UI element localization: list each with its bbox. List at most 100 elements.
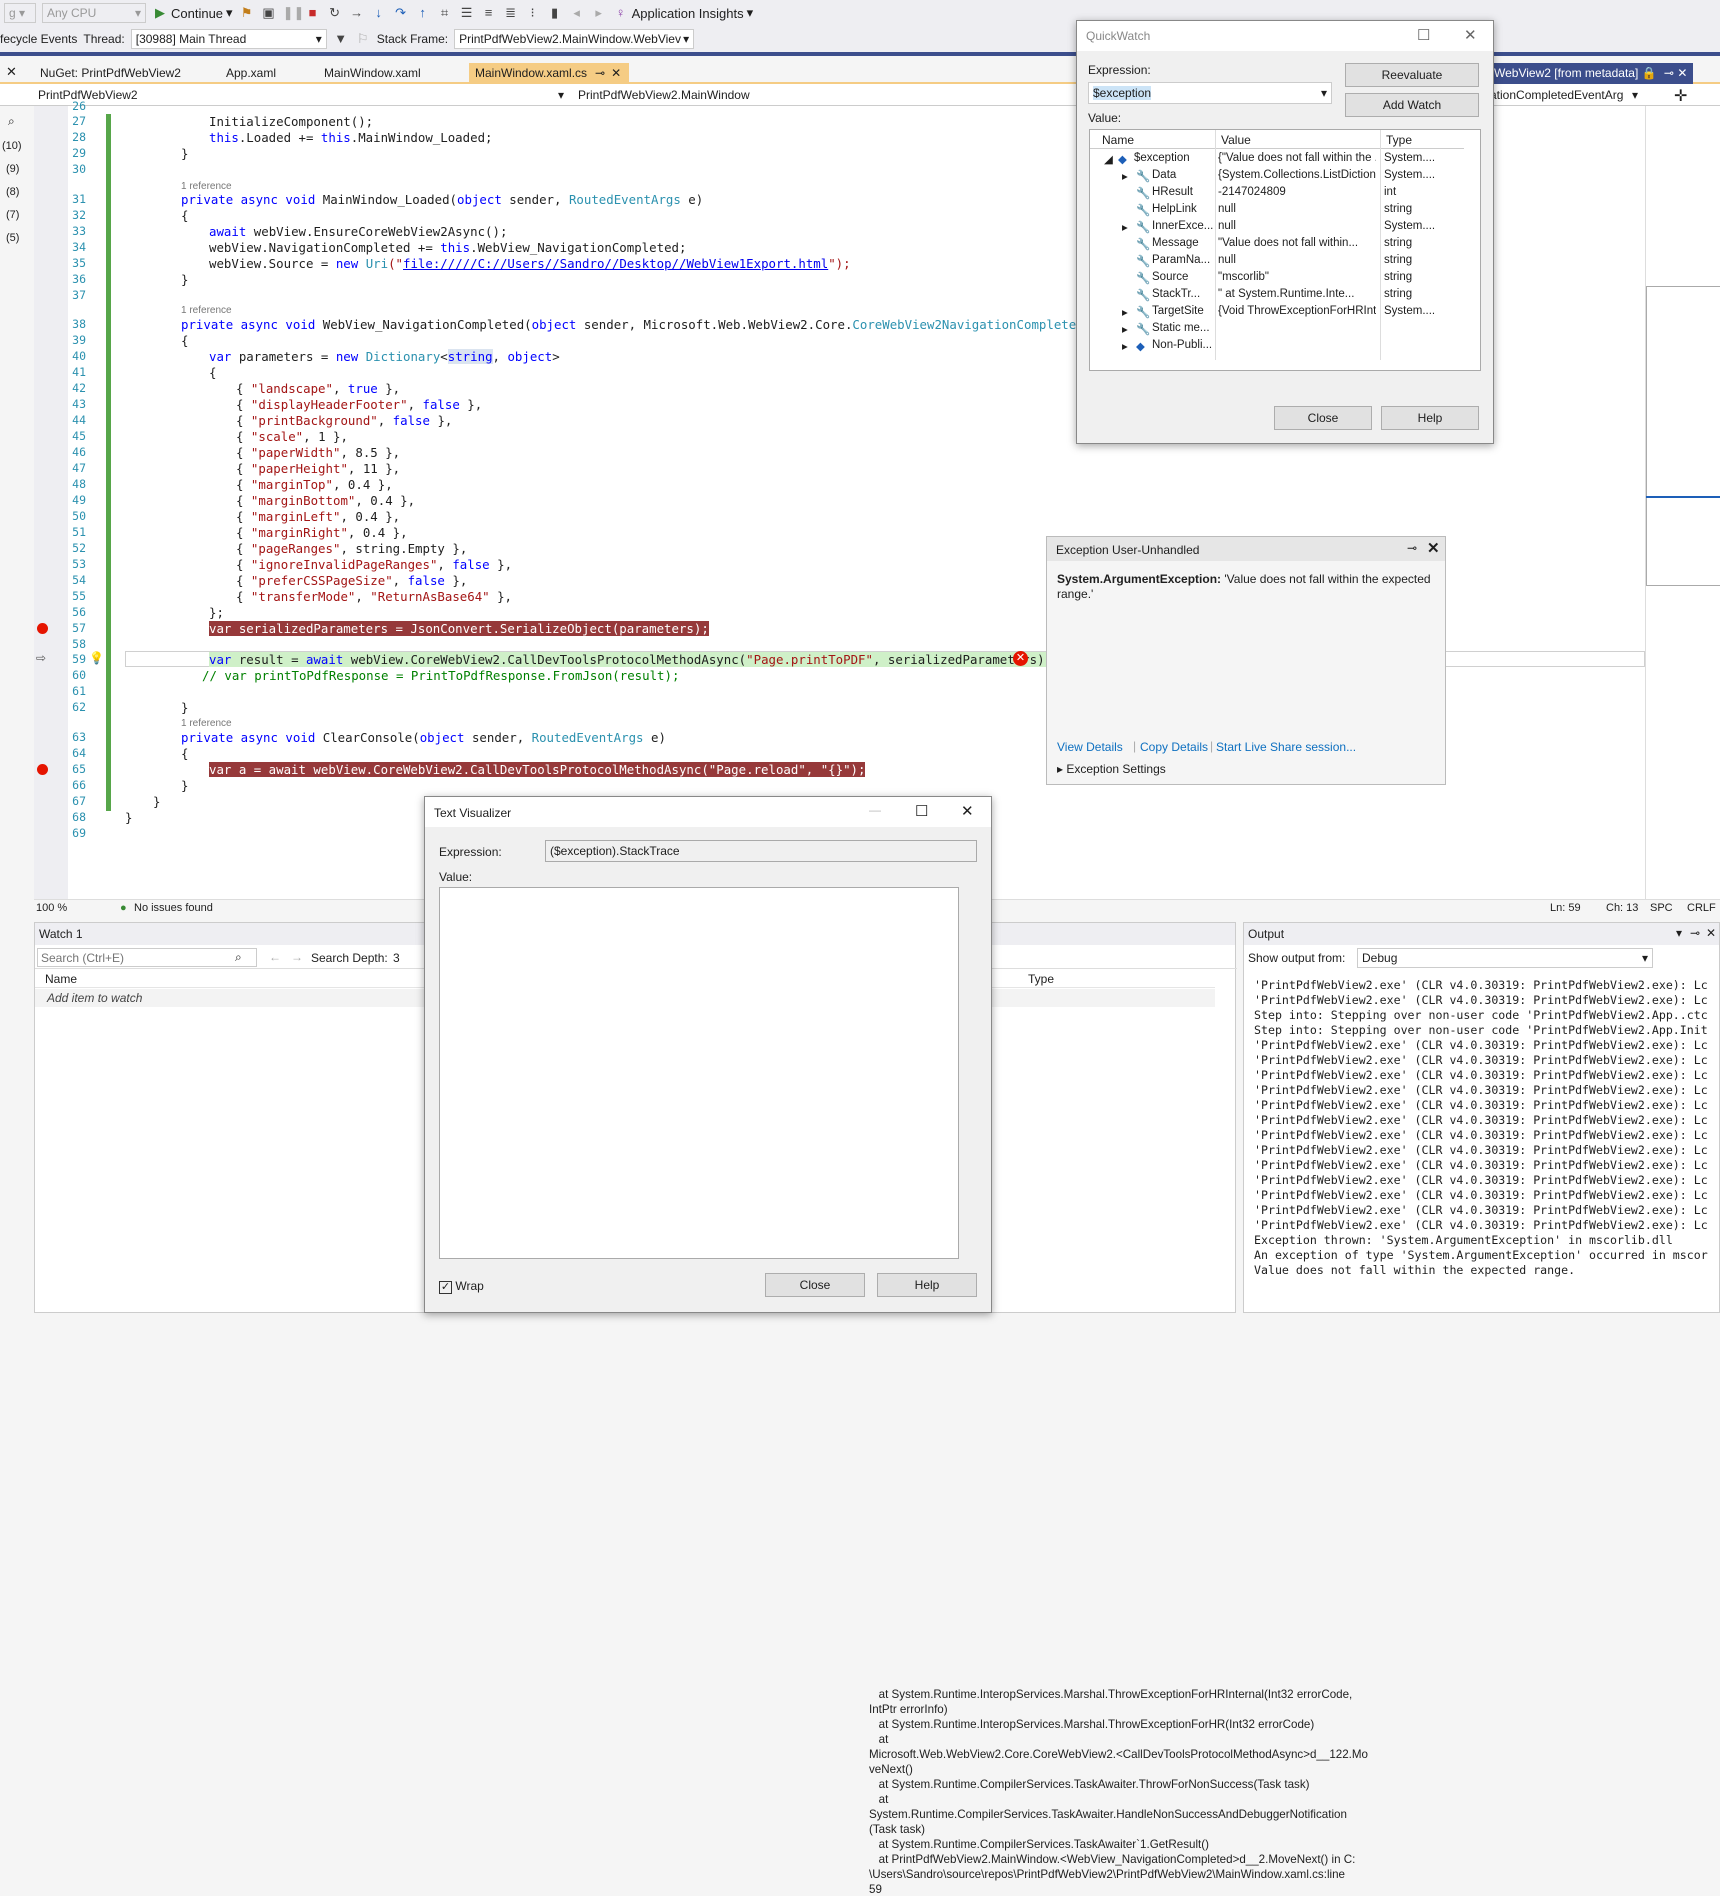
- value-textarea[interactable]: [439, 887, 959, 1259]
- expression-field[interactable]: ($exception).StackTrace: [545, 840, 977, 862]
- filter-icon[interactable]: ▼: [333, 31, 349, 47]
- expand-icon[interactable]: ▸: [1122, 220, 1128, 234]
- col-name[interactable]: Name: [45, 972, 77, 986]
- close-icon[interactable]: ✕: [1464, 26, 1477, 44]
- copy-details-link[interactable]: Copy Details: [1140, 740, 1208, 754]
- col-value[interactable]: Value: [1221, 133, 1251, 147]
- threads-icon[interactable]: ☰: [459, 5, 475, 21]
- next-bookmark-icon[interactable]: ▸: [591, 5, 607, 21]
- thread-combo[interactable]: [30988] Main Thread ▾: [130, 29, 327, 49]
- codelens-reference[interactable]: 1 reference: [181, 716, 232, 731]
- back-icon[interactable]: ←: [269, 950, 281, 964]
- pin-icon[interactable]: ⊸: [1407, 541, 1417, 555]
- issues-status[interactable]: No issues found: [134, 902, 213, 914]
- wrap-checkbox[interactable]: ✓ Wrap: [439, 1279, 484, 1294]
- stack-icon[interactable]: ≡: [481, 5, 497, 21]
- add-watch-button[interactable]: Add Watch: [1345, 93, 1479, 117]
- stop-icon[interactable]: ■: [305, 5, 321, 21]
- break-all-icon[interactable]: ❚❚: [283, 5, 305, 21]
- forward-icon[interactable]: →: [291, 950, 303, 964]
- pin-icon[interactable]: ⊸: [595, 66, 605, 80]
- file-link[interactable]: file://///C://Users//Sandro//Desktop//We…: [403, 256, 828, 271]
- expand-icon[interactable]: ▸: [1122, 322, 1128, 336]
- close-icon[interactable]: ✕: [961, 802, 974, 820]
- flag-icon[interactable]: ⚐: [355, 31, 371, 47]
- close-icon[interactable]: ✕: [6, 64, 17, 80]
- grid-row[interactable]: 🔧 Source "mscorlib" string: [1090, 270, 1464, 287]
- bookmark-icon[interactable]: ▮: [547, 5, 563, 21]
- close-icon[interactable]: ✕: [1427, 539, 1440, 557]
- continue-button[interactable]: ▶ Continue ▾: [152, 5, 233, 21]
- align-icon[interactable]: ≣: [503, 5, 519, 21]
- col-type[interactable]: Type: [1386, 133, 1412, 147]
- help-button[interactable]: Help: [877, 1273, 977, 1297]
- error-icon[interactable]: ✕: [1013, 651, 1028, 666]
- hex-icon[interactable]: ⌗: [437, 5, 453, 21]
- member-combo[interactable]: ationCompletedEventArg ▾: [1486, 85, 1642, 105]
- view-details-link[interactable]: View Details: [1057, 740, 1123, 754]
- depth-value[interactable]: 3: [393, 951, 400, 965]
- grid-row[interactable]: 🔧 ParamNa... null string: [1090, 253, 1464, 270]
- exception-settings-expander[interactable]: ▸ Exception Settings: [1057, 762, 1166, 776]
- col-type[interactable]: Type: [1028, 972, 1054, 986]
- config-combo[interactable]: g ▾: [4, 3, 36, 23]
- help-button[interactable]: Help: [1381, 406, 1479, 430]
- col-name[interactable]: Name: [1102, 133, 1134, 147]
- minimize-icon[interactable]: —: [869, 803, 881, 817]
- stackframe-combo[interactable]: PrintPdfWebView2.MainWindow.WebViev ▾: [454, 29, 695, 49]
- maximize-icon[interactable]: ☐: [915, 802, 928, 820]
- restart-icon[interactable]: ↻: [327, 5, 343, 21]
- tab-mainwindow-xaml[interactable]: MainWindow.xaml: [318, 63, 427, 84]
- line-ending-indicator[interactable]: CRLF: [1687, 902, 1716, 914]
- pin-icon[interactable]: ⊸: [1690, 926, 1700, 940]
- watch-search-input[interactable]: [37, 948, 257, 967]
- lifecycle-events[interactable]: fecycle Events: [0, 32, 77, 46]
- codelens-reference[interactable]: 1 reference: [181, 303, 232, 318]
- expand-icon[interactable]: ▸: [1122, 305, 1128, 319]
- close-button[interactable]: Close: [1274, 406, 1372, 430]
- close-icon[interactable]: ✕: [611, 66, 621, 80]
- live-share-link[interactable]: Start Live Share session...: [1216, 740, 1356, 754]
- project-combo[interactable]: PrintPdfWebView2 ▾: [34, 85, 568, 105]
- lightbulb-icon[interactable]: 💡: [89, 651, 104, 665]
- output-source-combo[interactable]: Debug ▾: [1357, 948, 1653, 968]
- hot-reload-icon[interactable]: ⚑: [239, 5, 255, 21]
- grid-row[interactable]: ▸ 🔧 InnerExce... null System....: [1090, 219, 1464, 236]
- grid-row[interactable]: 🔧 Message "Value does not fall within... st…: [1090, 236, 1464, 253]
- step-into-icon[interactable]: ↓: [371, 5, 387, 21]
- split-icon[interactable]: ✛: [1674, 86, 1687, 106]
- grid-row[interactable]: ▸ 🔧 Data {System.Collections.ListDiction...…: [1090, 168, 1464, 185]
- grid-row[interactable]: ▸ 🔧 TargetSite {Void ThrowExceptionForHRInt…: [1090, 304, 1464, 321]
- grid-row[interactable]: 🔧 StackTr... " at System.Runtime.Inte... st…: [1090, 287, 1464, 304]
- breakpoint-icon[interactable]: [37, 623, 48, 634]
- maximize-icon[interactable]: ☐: [1417, 26, 1430, 44]
- grid-row[interactable]: ▸ 🔧 Static me...: [1090, 321, 1464, 338]
- close-icon[interactable]: ✕: [1677, 66, 1687, 80]
- camera-icon[interactable]: ▣: [261, 5, 277, 21]
- pin-icon[interactable]: ⊸: [1664, 66, 1674, 80]
- platform-combo[interactable]: Any CPU ▾: [42, 3, 146, 23]
- grid-row[interactable]: 🔧 HResult -2147024809 int: [1090, 185, 1464, 202]
- zoom-level[interactable]: 100 %: [36, 902, 67, 914]
- tab-app-xaml[interactable]: App.xaml: [220, 63, 282, 84]
- dropdown-icon[interactable]: ▾: [1676, 926, 1682, 940]
- grid-row[interactable]: ▸ ◆ Non-Publi...: [1090, 338, 1464, 355]
- close-button[interactable]: Close: [765, 1273, 865, 1297]
- close-icon[interactable]: ✕: [1706, 926, 1716, 940]
- expand-icon[interactable]: ▸: [1122, 169, 1128, 183]
- prev-bookmark-icon[interactable]: ◂: [569, 5, 585, 21]
- reevaluate-button[interactable]: Reevaluate: [1345, 63, 1479, 87]
- tab-webview2-metadata[interactable]: WebView2 [from metadata] 🔒 ⊸ ✕: [1488, 63, 1694, 84]
- expand-icon[interactable]: ◢: [1104, 152, 1113, 166]
- breakpoint-icon[interactable]: [37, 764, 48, 775]
- expression-combo[interactable]: $exception ▾: [1088, 82, 1332, 104]
- tab-nuget[interactable]: NuGet: PrintPdfWebView2: [34, 63, 187, 84]
- search-icon[interactable]: ⌕: [8, 114, 15, 129]
- minimap[interactable]: [1645, 106, 1720, 899]
- app-insights-button[interactable]: ♀ Application Insights ▾: [613, 5, 753, 21]
- step-out-icon[interactable]: ↑: [415, 5, 431, 21]
- tab-mainwindow-xaml-cs[interactable]: MainWindow.xaml.cs ⊸ ✕: [469, 63, 629, 84]
- expand-icon[interactable]: ▸: [1122, 339, 1128, 353]
- show-next-icon[interactable]: →: [349, 5, 365, 21]
- step-over-icon[interactable]: ↷: [393, 5, 409, 21]
